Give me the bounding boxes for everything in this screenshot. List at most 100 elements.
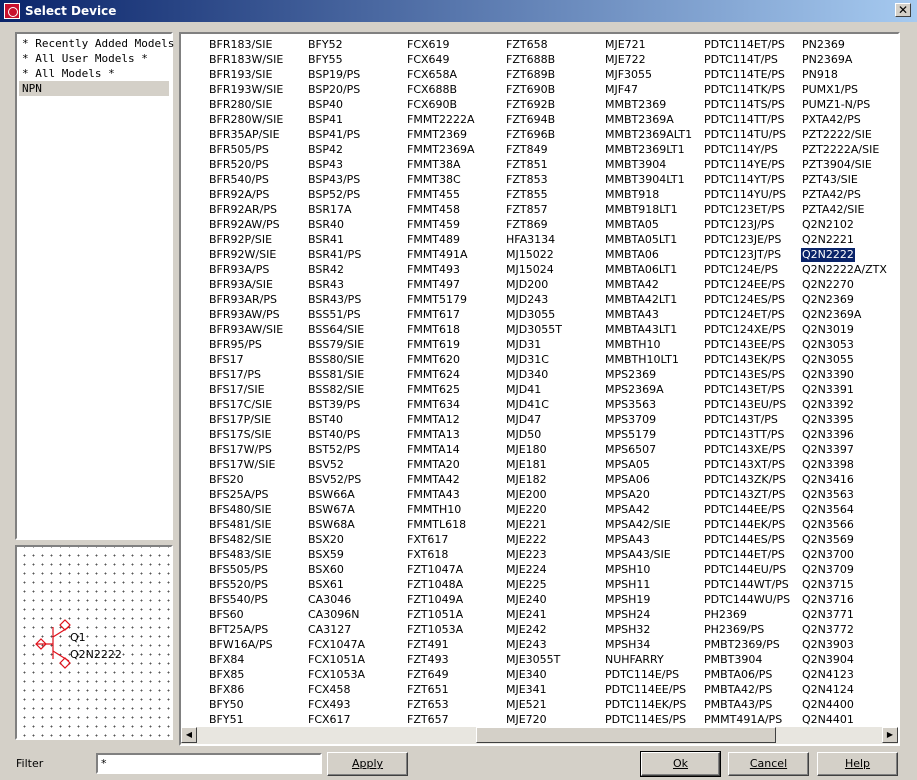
device-item[interactable]: CA3127 xyxy=(307,623,352,637)
device-item[interactable]: FMMTH10 xyxy=(406,503,462,517)
device-item[interactable]: MJD3055 xyxy=(505,308,556,322)
device-item[interactable]: Q2N3716 xyxy=(801,593,855,607)
device-item[interactable]: FZT851 xyxy=(505,158,549,172)
device-item[interactable]: MJD200 xyxy=(505,278,549,292)
device-item[interactable]: BFR95/PS xyxy=(208,338,263,352)
device-item[interactable]: BSR41/PS xyxy=(307,248,362,262)
device-item[interactable]: Q2N3392 xyxy=(801,398,855,412)
device-item[interactable]: MMBT2369ALT1 xyxy=(604,128,693,142)
device-item[interactable]: BFR93AR/PS xyxy=(208,293,278,307)
device-item[interactable]: FZT1051A xyxy=(406,608,464,622)
device-item[interactable]: BFS520/PS xyxy=(208,578,269,592)
device-item[interactable]: BFY51 xyxy=(208,713,245,727)
device-item[interactable]: PDTC124E/PS xyxy=(703,263,779,277)
device-item[interactable]: FZT491 xyxy=(406,638,450,652)
device-item[interactable]: FMMT38C xyxy=(406,173,462,187)
device-item[interactable]: FMMTA12 xyxy=(406,413,461,427)
device-item[interactable]: BFR92AR/PS xyxy=(208,203,278,217)
device-item[interactable]: MPSH19 xyxy=(604,593,651,607)
device-item[interactable]: FZT649 xyxy=(406,668,450,682)
device-item[interactable]: MMBT2369A xyxy=(604,113,675,127)
device-item[interactable]: BSP20/PS xyxy=(307,83,361,97)
device-item[interactable]: MJE341 xyxy=(505,683,548,697)
device-item[interactable]: MPSA43/SIE xyxy=(604,548,672,562)
device-item[interactable]: FZT853 xyxy=(505,173,549,187)
device-item[interactable]: FZT688B xyxy=(505,53,556,67)
device-item[interactable]: Q2N4124 xyxy=(801,683,855,697)
device-item[interactable]: MJE221 xyxy=(505,518,548,532)
device-item[interactable]: PDTC114EK/PS xyxy=(604,698,687,712)
device-item[interactable]: PH2369 xyxy=(703,608,748,622)
device-item[interactable]: MPSA05 xyxy=(604,458,651,472)
device-item[interactable]: MJE3055T xyxy=(505,653,561,667)
device-item[interactable]: PZT2222/SIE xyxy=(801,128,873,142)
device-item[interactable]: FMMT497 xyxy=(406,278,461,292)
device-item[interactable]: MMBTH10 xyxy=(604,338,662,352)
device-item[interactable]: PDTC114T/PS xyxy=(703,53,779,67)
device-item[interactable]: BSW67A xyxy=(307,503,356,517)
device-item[interactable]: PDTC114TE/PS xyxy=(703,68,786,82)
device-item[interactable]: BFR93A/SIE xyxy=(208,278,274,292)
device-item[interactable]: Q2N3904 xyxy=(801,653,855,667)
device-item[interactable]: FZT690B xyxy=(505,83,556,97)
device-item[interactable]: BSR42 xyxy=(307,263,345,277)
device-item[interactable]: BSS79/SIE xyxy=(307,338,365,352)
device-list[interactable]: BFR183/SIE BFR183W/SIE BFR193/SIE BFR193W/S… xyxy=(179,32,900,746)
device-item[interactable]: MJE181 xyxy=(505,458,548,472)
device-item[interactable]: Q2N3391 xyxy=(801,383,855,397)
device-item[interactable]: MMBTH10LT1 xyxy=(604,353,680,367)
device-item[interactable]: BFW16A/PS xyxy=(208,638,274,652)
device-item[interactable]: MMBTA43LT1 xyxy=(604,323,678,337)
device-item[interactable]: MMBTA06 xyxy=(604,248,660,262)
model-list-item[interactable]: * All Models * xyxy=(19,66,169,81)
device-item[interactable]: MJE200 xyxy=(505,488,548,502)
device-item[interactable]: PDTC114E/PS xyxy=(604,668,680,682)
device-item[interactable]: Q2N3709 xyxy=(801,563,855,577)
device-item[interactable]: Q2N3715 xyxy=(801,578,855,592)
device-item[interactable]: Q2N3563 xyxy=(801,488,855,502)
device-item[interactable]: PXTA42/PS xyxy=(801,113,862,127)
device-item[interactable]: MJE722 xyxy=(604,53,647,67)
device-item[interactable]: MJE225 xyxy=(505,578,548,592)
device-item[interactable]: PUMX1/PS xyxy=(801,83,859,97)
device-item[interactable]: PMBT3904 xyxy=(703,653,763,667)
device-item[interactable]: BSX20 xyxy=(307,533,345,547)
device-item[interactable]: FMMT624 xyxy=(406,368,461,382)
device-item[interactable]: PDTC123JE/PS xyxy=(703,233,782,247)
device-item[interactable]: FZT658 xyxy=(505,38,549,52)
device-item[interactable]: PDTC124XE/PS xyxy=(703,323,787,337)
device-item[interactable]: MJE182 xyxy=(505,473,548,487)
device-item[interactable]: PDTC143XE/PS xyxy=(703,443,787,457)
device-item[interactable]: BFR93A/PS xyxy=(208,263,270,277)
device-item[interactable]: BSV52 xyxy=(307,458,345,472)
device-item[interactable]: MJE223 xyxy=(505,548,548,562)
device-item[interactable]: FMMT2369 xyxy=(406,128,468,142)
device-item[interactable]: MMBTA05LT1 xyxy=(604,233,678,247)
device-item[interactable]: FMMT38A xyxy=(406,158,462,172)
device-item[interactable]: FZT1047A xyxy=(406,563,464,577)
device-item[interactable]: BSP41/PS xyxy=(307,128,361,142)
device-item[interactable]: BSS80/SIE xyxy=(307,353,365,367)
device-item[interactable]: MJE521 xyxy=(505,698,548,712)
device-item[interactable]: BFS481/SIE xyxy=(208,518,273,532)
device-item[interactable]: MJD41C xyxy=(505,398,550,412)
device-item[interactable]: MPSA43 xyxy=(604,533,651,547)
device-item[interactable]: MPSA42 xyxy=(604,503,651,517)
device-item[interactable]: Q2N2369A xyxy=(801,308,862,322)
scroll-right-icon[interactable]: ▶ xyxy=(882,727,898,743)
device-item[interactable]: BFS17/PS xyxy=(208,368,262,382)
device-item[interactable]: BFS25A/PS xyxy=(208,488,270,502)
device-item[interactable]: HFA3134 xyxy=(505,233,556,247)
device-item[interactable]: MPSH11 xyxy=(604,578,651,592)
help-button[interactable]: Help xyxy=(817,752,898,776)
device-item[interactable]: BFR193W/SIE xyxy=(208,83,284,97)
device-item[interactable]: Q2N3395 xyxy=(801,413,855,427)
device-item[interactable]: FMMT619 xyxy=(406,338,461,352)
device-item[interactable]: BFS17/SIE xyxy=(208,383,266,397)
device-item[interactable]: BSS81/SIE xyxy=(307,368,365,382)
device-item[interactable]: FZT1048A xyxy=(406,578,464,592)
device-item[interactable]: MPSH10 xyxy=(604,563,651,577)
device-item[interactable]: Q2N2270 xyxy=(801,278,855,292)
device-item[interactable]: MMBTA05 xyxy=(604,218,660,232)
device-item[interactable]: BSP43 xyxy=(307,158,344,172)
